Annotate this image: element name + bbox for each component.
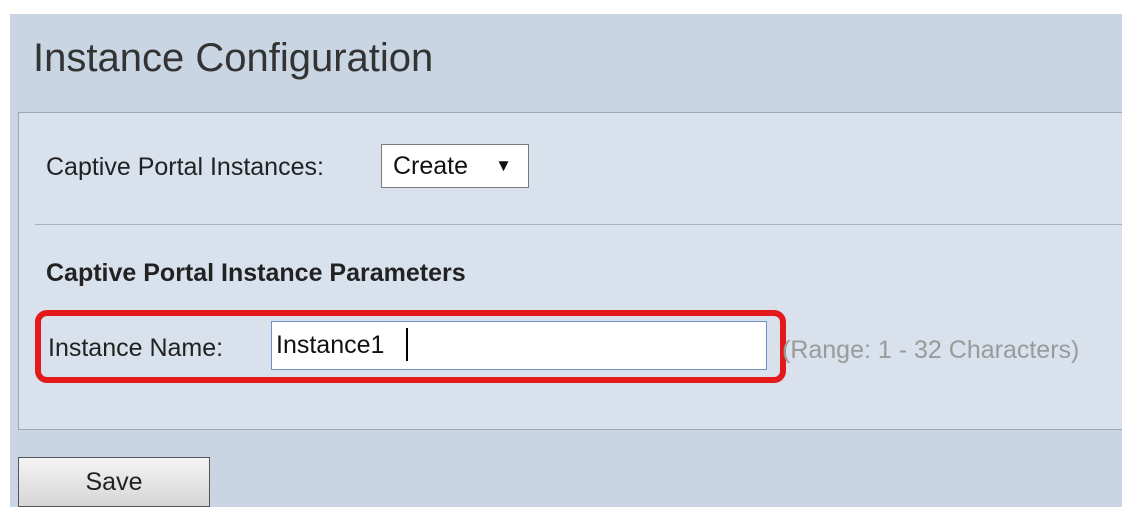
config-panel: Captive Portal Instances: Create ▼ Capti… [18, 112, 1122, 430]
config-frame: Instance Configuration Captive Portal In… [10, 14, 1122, 507]
page-title: Instance Configuration [33, 36, 434, 80]
instances-select-value: Create [393, 152, 469, 180]
save-button[interactable]: Save [18, 457, 210, 507]
instances-select[interactable]: Create ▼ [381, 144, 529, 188]
parameters-heading: Captive Portal Instance Parameters [46, 259, 466, 287]
instances-label: Captive Portal Instances: [46, 153, 324, 181]
text-caret [406, 328, 408, 361]
instance-name-label: Instance Name: [48, 334, 224, 362]
instance-name-input[interactable] [271, 321, 767, 370]
instance-name-hint: (Range: 1 - 32 Characters) [782, 336, 1080, 364]
triangle-down-icon: ▼ [495, 156, 512, 175]
section-divider [35, 224, 1122, 225]
